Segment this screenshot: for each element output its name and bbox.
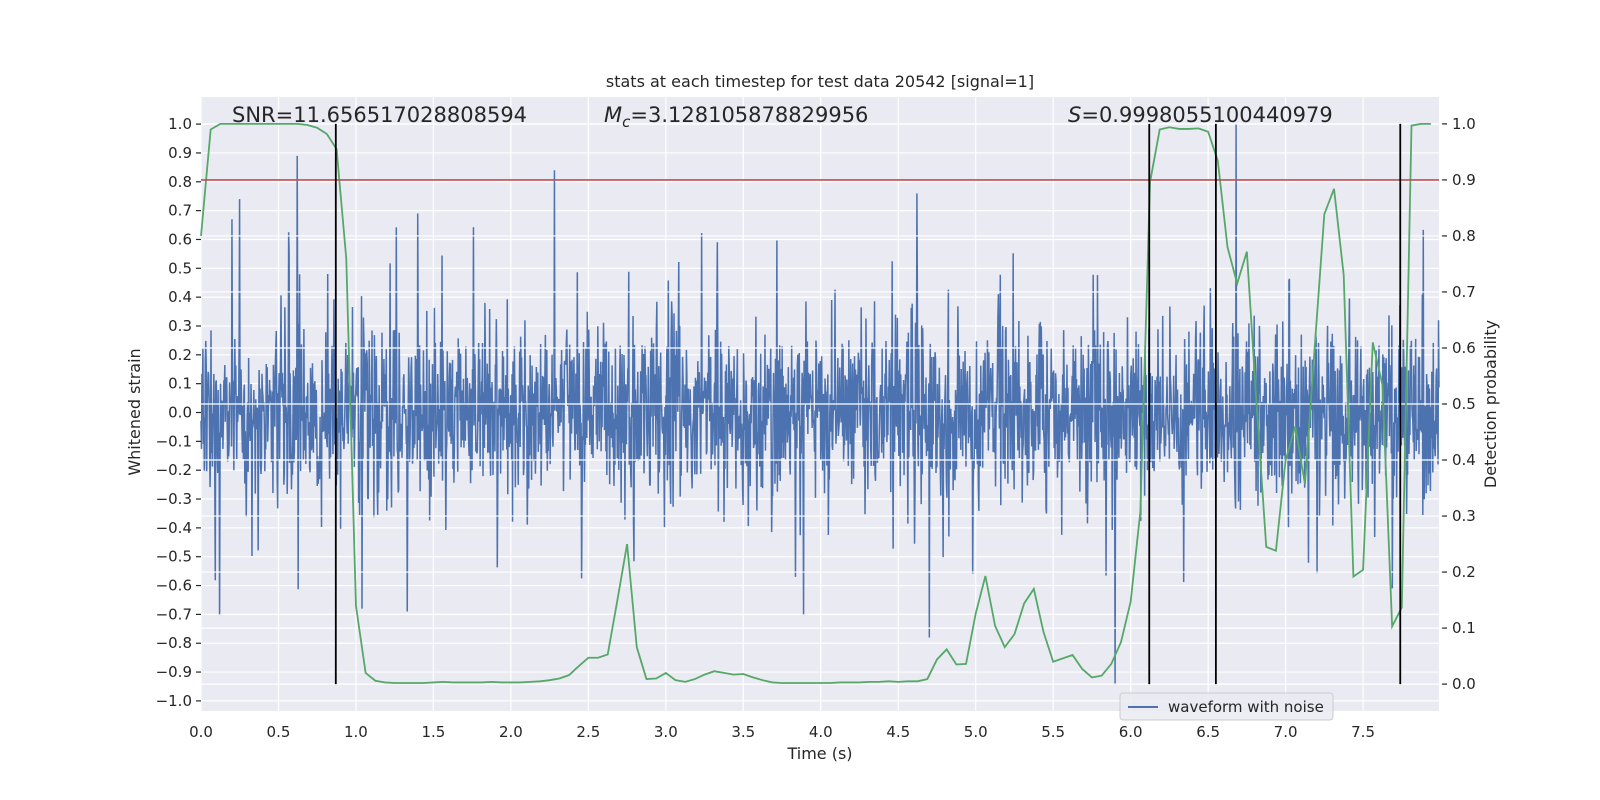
y-right-tick-label: 0.5 bbox=[1452, 395, 1476, 413]
y-left-tick-label: 0.6 bbox=[168, 230, 192, 248]
x-tick-label: 4.5 bbox=[886, 723, 910, 741]
y-right-tick-label: 0.1 bbox=[1452, 619, 1476, 637]
x-tick-label: 3.0 bbox=[654, 723, 678, 741]
x-tick-label: 5.0 bbox=[964, 723, 988, 741]
y-right-tick-label: 0.3 bbox=[1452, 507, 1476, 525]
legend: waveform with noise bbox=[1119, 692, 1334, 721]
y-left-tick-label: −0.4 bbox=[156, 519, 192, 537]
x-tick-label: 7.0 bbox=[1274, 723, 1298, 741]
x-tick-label: 1.5 bbox=[421, 723, 445, 741]
s-symbol: S bbox=[1068, 103, 1081, 127]
y-left-tick-label: −0.2 bbox=[156, 461, 192, 479]
chart-title: stats at each timestep for test data 205… bbox=[606, 72, 1034, 91]
y-left-tick-label: 0.0 bbox=[168, 404, 192, 422]
y-right-tick-label: 0.0 bbox=[1452, 675, 1476, 693]
x-tick-label: 2.0 bbox=[499, 723, 523, 741]
y-left-tick-label: −0.3 bbox=[156, 490, 192, 508]
y-left-tick-label: 0.7 bbox=[168, 202, 192, 220]
legend-label-waveform: waveform with noise bbox=[1168, 698, 1324, 716]
x-tick-label: 3.5 bbox=[731, 723, 755, 741]
x-tick-label: 6.0 bbox=[1119, 723, 1143, 741]
x-tick-label: 0.5 bbox=[267, 723, 291, 741]
s-value: =0.9998055100440979 bbox=[1081, 103, 1332, 127]
y-right-tick-label: 0.6 bbox=[1452, 339, 1476, 357]
y-axis-right-label: Detection probability bbox=[1481, 320, 1500, 488]
chirp-mass-annotation: Mc=3.128105878829956 bbox=[604, 103, 868, 131]
mc-symbol: M bbox=[604, 103, 622, 127]
y-left-tick-label: 0.1 bbox=[168, 375, 192, 393]
y-right-tick-label: 0.4 bbox=[1452, 451, 1476, 469]
y-right-tick-label: 0.7 bbox=[1452, 283, 1476, 301]
y-left-tick-label: 0.3 bbox=[168, 317, 192, 335]
y-right-tick-label: 1.0 bbox=[1452, 115, 1476, 133]
score-annotation: S=0.9998055100440979 bbox=[1068, 103, 1333, 127]
x-axis-label: Time (s) bbox=[786, 744, 852, 763]
x-tick-label: 7.5 bbox=[1351, 723, 1375, 741]
y-left-tick-label: −0.7 bbox=[156, 605, 192, 623]
y-left-tick-label: −0.5 bbox=[156, 548, 192, 566]
y-axis-left-label: Whitened strain bbox=[125, 348, 144, 475]
y-left-tick-label: −0.6 bbox=[156, 577, 192, 595]
x-tick-label: 1.0 bbox=[344, 723, 368, 741]
x-tick-label: 6.5 bbox=[1196, 723, 1220, 741]
y-right-tick-label: 0.9 bbox=[1452, 171, 1476, 189]
y-left-tick-label: 0.9 bbox=[168, 144, 192, 162]
snr-annotation: SNR=11.656517028808594 bbox=[232, 103, 527, 127]
mc-value: =3.128105878829956 bbox=[630, 103, 868, 127]
y-left-tick-label: 0.8 bbox=[168, 173, 192, 191]
y-left-tick-label: 0.4 bbox=[168, 288, 192, 306]
y-right-tick-label: 0.8 bbox=[1452, 227, 1476, 245]
x-tick-label: 5.5 bbox=[1041, 723, 1065, 741]
x-tick-label: 4.0 bbox=[809, 723, 833, 741]
y-left-tick-label: 1.0 bbox=[168, 115, 192, 133]
y-left-tick-label: −0.1 bbox=[156, 432, 192, 450]
y-left-tick-label: 0.5 bbox=[168, 259, 192, 277]
y-left-tick-label: −0.8 bbox=[156, 634, 192, 652]
y-left-tick-label: −1.0 bbox=[156, 692, 192, 710]
x-tick-label: 2.5 bbox=[576, 723, 600, 741]
y-left-tick-label: −0.9 bbox=[156, 663, 192, 681]
x-tick-label: 0.0 bbox=[189, 723, 213, 741]
chart: 1.0 0.9 0.8 0.7 0.6 0.5 0.4 0.3 0.2 0.1 0.0 −0.1 −0.… bbox=[125, 72, 1500, 763]
y-right-tick-label: 0.2 bbox=[1452, 563, 1476, 581]
y-left-tick-label: 0.2 bbox=[168, 346, 192, 364]
annotations: SNR=11.656517028808594 Mc=3.128105878829… bbox=[232, 103, 1333, 131]
